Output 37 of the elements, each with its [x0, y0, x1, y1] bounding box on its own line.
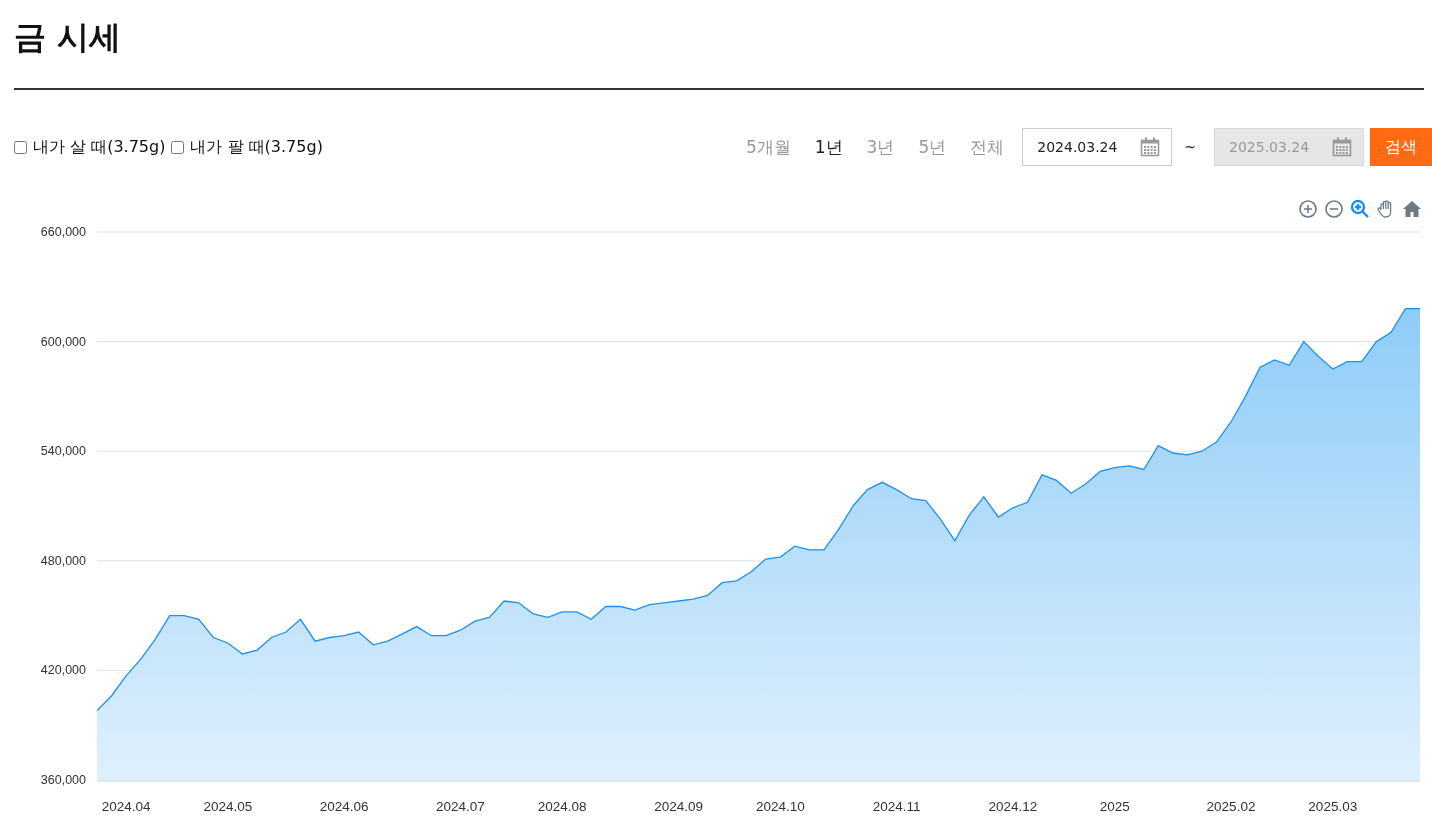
axis-label: 480,000	[40, 553, 86, 568]
calendar-icon[interactable]	[1332, 137, 1352, 157]
checkbox[interactable]	[14, 140, 27, 154]
calendar-icon[interactable]	[1140, 137, 1161, 157]
home-icon[interactable]	[1402, 199, 1422, 219]
date-field[interactable]: 2024.03.24	[1022, 128, 1173, 166]
axis-label: 2024.07	[436, 799, 485, 814]
axis-label: 2024.06	[319, 799, 369, 814]
zoom-in-icon[interactable]	[1298, 199, 1318, 219]
checkbox-label: 내가 팔 때(3.75g)	[190, 136, 323, 158]
axis-label: 2024.10	[755, 799, 805, 814]
period-tab[interactable]: 3년	[866, 135, 895, 159]
checkbox-label: 내가 살 때(3.75g)	[33, 136, 166, 158]
range-separator: ~	[1184, 139, 1196, 155]
axis-label: 2025.02	[1206, 799, 1256, 814]
period-tab[interactable]: 5개월	[745, 135, 791, 159]
axis-label: 660,000	[40, 225, 86, 239]
axis-label: 2024.08	[537, 799, 587, 814]
axis-label: 2024.05	[203, 799, 253, 814]
axis-label: 540,000	[40, 444, 86, 459]
axis-label: 420,000	[40, 663, 86, 678]
axis-label: 2024.12	[988, 799, 1038, 814]
page-title: 금 시세	[14, 17, 122, 58]
period-tab[interactable]: 전체	[970, 135, 1005, 159]
axis-label: 600,000	[40, 334, 86, 349]
axis-label: 2025	[1099, 799, 1130, 814]
magnifier-icon[interactable]	[1350, 199, 1370, 219]
axis-label: 2024.04	[101, 799, 151, 814]
axis-label: 360,000	[40, 773, 86, 787]
search-button[interactable]: 검색	[1370, 128, 1432, 166]
period-tab[interactable]: 1년	[814, 135, 843, 159]
period-tab[interactable]: 5년	[918, 135, 947, 159]
axis-label: 2024.09	[654, 799, 703, 814]
checkbox[interactable]	[171, 140, 185, 154]
axis-label: 2025.03	[1308, 799, 1358, 814]
zoom-out-icon[interactable]	[1324, 199, 1344, 219]
axis-label: 2024.11	[872, 799, 921, 814]
